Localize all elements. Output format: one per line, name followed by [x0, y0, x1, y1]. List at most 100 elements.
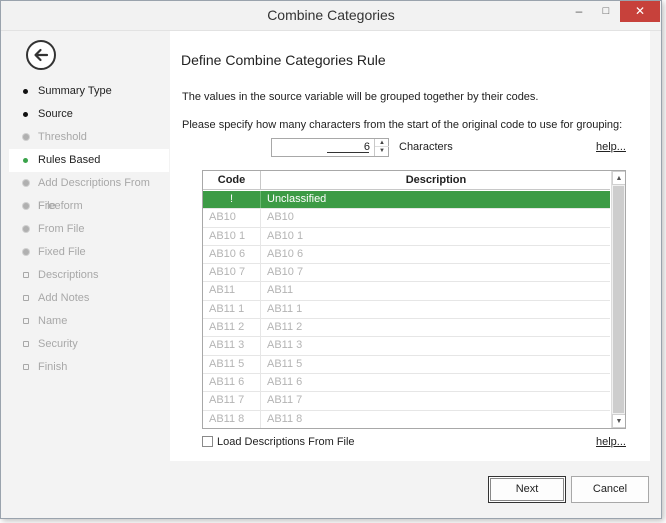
description-cell[interactable]: AB11 8	[262, 411, 610, 428]
sidebar-step-finish: Finish	[9, 356, 169, 379]
table-row[interactable]: AB11 6 AB11 6	[203, 373, 610, 393]
wizard-sidebar: Summary Type Source Threshold Rules Based Ad…	[9, 31, 169, 461]
scroll-thumb[interactable]	[613, 186, 624, 413]
step-bullet-icon	[23, 295, 29, 301]
sidebar-step-add-descriptions-from-file: Add Descriptions From File	[9, 172, 169, 212]
spinner-up-icon[interactable]: ▲	[375, 139, 389, 147]
sidebar-step-source[interactable]: Source	[9, 103, 169, 126]
characters-label: Characters	[399, 141, 453, 153]
table-row[interactable]: AB11 5 AB11 5	[203, 355, 610, 374]
step-bullet-icon	[23, 180, 29, 186]
dialog-window: Combine Categories – □ ✕ Summary Type Sou…	[0, 0, 662, 519]
help-link[interactable]: help...	[596, 141, 626, 153]
sidebar-step-summary-type[interactable]: Summary Type	[9, 80, 169, 103]
main-panel: Define Combine Categories Rule The value…	[170, 31, 650, 461]
column-header-description[interactable]: Description	[262, 171, 610, 190]
step-bullet-icon	[23, 203, 29, 209]
description-cell[interactable]: AB10 1	[262, 228, 610, 245]
sidebar-step-descriptions: Descriptions	[9, 264, 169, 287]
table-row[interactable]: AB11 2 AB11 2	[203, 319, 610, 338]
description-text: The values in the source variable will b…	[182, 91, 539, 103]
sidebar-step-rules-based[interactable]: Rules Based	[9, 149, 169, 172]
step-label: Add Notes	[38, 292, 90, 304]
description-cell[interactable]: AB11 3	[262, 337, 610, 354]
page-title: Define Combine Categories Rule	[181, 52, 386, 68]
codes-table: Code Description ! Unclassified AB10 AB10 AB…	[202, 170, 626, 429]
vertical-scrollbar[interactable]: ▲ ▼	[611, 171, 625, 428]
code-cell: AB11 6	[203, 373, 261, 392]
table-row[interactable]: AB10 AB10	[203, 209, 610, 228]
description-cell[interactable]: AB10 6	[262, 246, 610, 263]
description-cell[interactable]: AB11 1	[262, 301, 610, 318]
cancel-button[interactable]: Cancel	[571, 476, 649, 503]
table-header: Code Description	[203, 171, 610, 190]
step-bullet-icon	[23, 249, 29, 255]
step-label: Finish	[38, 361, 68, 373]
load-descriptions-checkbox[interactable]	[202, 436, 213, 447]
scroll-down-icon[interactable]: ▼	[612, 414, 625, 428]
code-cell: AB10 1	[203, 227, 261, 245]
scroll-up-icon[interactable]: ▲	[612, 171, 625, 185]
minimize-button[interactable]: –	[566, 1, 592, 22]
code-cell: AB10 6	[203, 245, 261, 264]
back-arrow-icon	[34, 48, 49, 62]
load-descriptions-label[interactable]: Load Descriptions From File	[217, 436, 355, 448]
step-label: Source	[38, 108, 73, 120]
description-cell[interactable]: AB11 2	[262, 319, 610, 336]
sidebar-step-name: Name	[9, 310, 169, 333]
description-cell[interactable]: AB11 6	[262, 374, 610, 391]
next-button[interactable]: Next	[488, 476, 566, 503]
step-label: Fixed File	[38, 246, 86, 258]
step-bullet-icon	[23, 112, 28, 117]
code-cell: AB11	[203, 282, 261, 300]
description-cell[interactable]: AB10 7	[262, 264, 610, 281]
step-label: Threshold	[38, 131, 87, 143]
step-bullet-icon	[23, 89, 28, 94]
characters-spinner[interactable]: 6 ▲ ▼	[271, 138, 389, 157]
step-bullet-icon	[23, 364, 29, 370]
sidebar-step-threshold: Threshold	[9, 126, 169, 149]
column-header-code[interactable]: Code	[203, 171, 261, 190]
code-cell: AB11 3	[203, 337, 261, 355]
table-row[interactable]: AB11 8 AB11 8	[203, 410, 610, 428]
wizard-steps: Summary Type Source Threshold Rules Based Ad…	[9, 80, 169, 379]
instruction-text: Please specify how many characters from …	[182, 119, 623, 131]
description-cell[interactable]: Unclassified	[262, 191, 610, 208]
table-row[interactable]: AB11 AB11	[203, 282, 610, 301]
close-button[interactable]: ✕	[620, 1, 660, 22]
characters-value[interactable]: 6	[272, 139, 373, 156]
sidebar-step-add-notes: Add Notes	[9, 287, 169, 310]
description-cell[interactable]: AB11 5	[262, 356, 610, 373]
dialog-footer: Next Cancel	[9, 461, 653, 513]
step-bullet-icon	[23, 134, 29, 140]
table-row[interactable]: AB11 3 AB11 3	[203, 337, 610, 356]
step-bullet-icon	[23, 318, 29, 324]
table-row[interactable]: AB10 1 AB10 1	[203, 227, 610, 246]
description-cell[interactable]: AB10	[262, 209, 610, 226]
maximize-button[interactable]: □	[593, 1, 619, 22]
table-row[interactable]: ! Unclassified	[203, 191, 610, 210]
sidebar-step-freeform: Freeform	[9, 195, 169, 218]
sidebar-step-security: Security	[9, 333, 169, 356]
step-label: Freeform	[38, 200, 83, 212]
code-cell: AB10 7	[203, 264, 261, 282]
step-label: From File	[38, 223, 85, 235]
window-title: Combine Categories	[267, 7, 395, 23]
spinner-down-icon[interactable]: ▼	[375, 147, 389, 155]
description-cell[interactable]: AB11 7	[262, 392, 610, 409]
table-row[interactable]: AB10 6 AB10 6	[203, 245, 610, 265]
title-bar: Combine Categories – □ ✕	[1, 1, 661, 31]
code-cell: !	[203, 191, 261, 209]
description-cell[interactable]: AB11	[262, 282, 610, 299]
step-label: Name	[38, 315, 68, 327]
help-link-2[interactable]: help...	[596, 436, 626, 448]
back-button[interactable]	[26, 40, 56, 70]
table-row[interactable]: AB11 1 AB11 1	[203, 300, 610, 320]
table-row[interactable]: AB10 7 AB10 7	[203, 264, 610, 283]
code-cell: AB11 7	[203, 392, 261, 410]
step-bullet-icon	[23, 341, 29, 347]
code-cell: AB10	[203, 209, 261, 227]
step-bullet-icon	[23, 226, 29, 232]
step-label: Rules Based	[38, 154, 101, 166]
table-row[interactable]: AB11 7 AB11 7	[203, 392, 610, 411]
